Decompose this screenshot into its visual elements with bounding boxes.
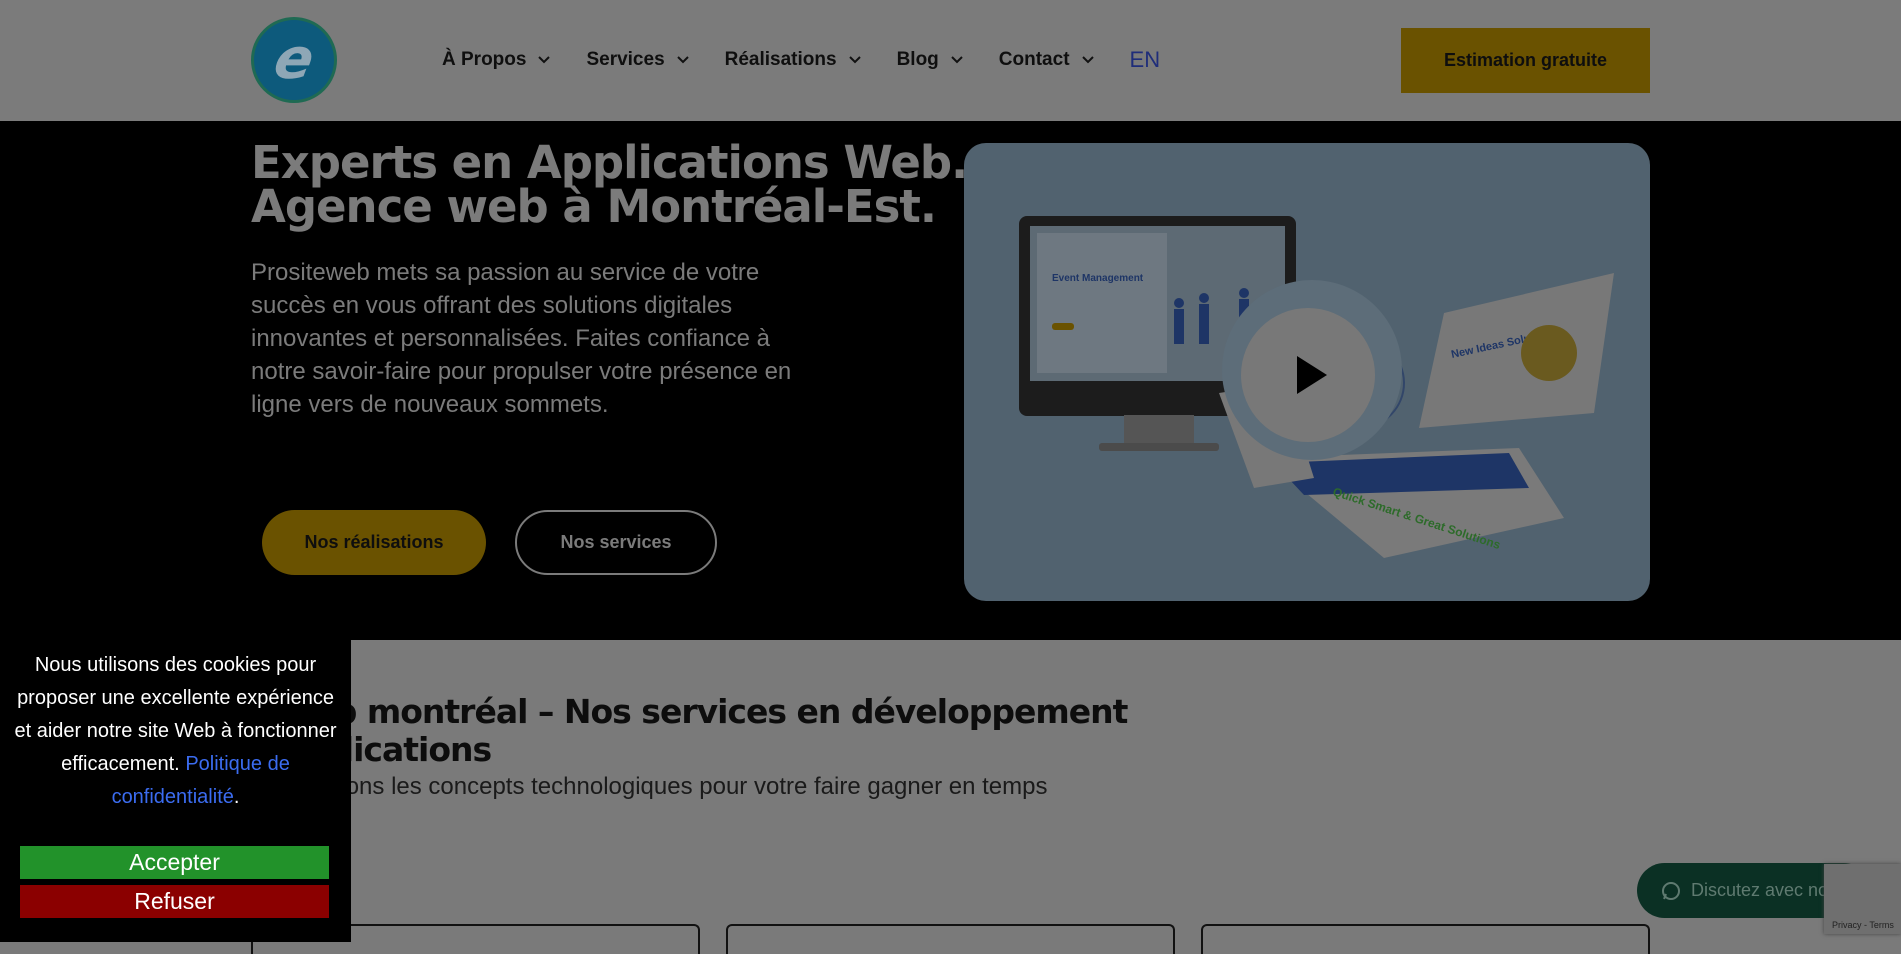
whatsapp-icon (1661, 881, 1680, 900)
hero-description: Prositeweb mets sa passion au service de… (251, 259, 792, 418)
accept-cookies-button[interactable]: Accepter (20, 846, 329, 879)
nav-item-label: Contact (998, 49, 1070, 70)
services-button[interactable]: Nos services (515, 510, 717, 575)
cookie-period: . (233, 786, 240, 808)
site-logo[interactable]: e (251, 17, 337, 103)
nav-item-blog[interactable]: Blog (897, 49, 965, 71)
main-nav: À Propos Services Réalisations Blog Cont… (442, 47, 1160, 73)
hero-title-line: Agence web à Montréal-Est. (251, 180, 937, 233)
cookie-message: Nous utilisons des cookies pour proposer… (10, 649, 341, 814)
chevron-down-icon (1081, 56, 1094, 64)
service-card[interactable] (1201, 924, 1650, 954)
recaptcha-text: Privacy - Terms (1832, 920, 1894, 930)
service-card[interactable] (726, 924, 1175, 954)
hero-video[interactable]: Event Management New Ideas Solutions Qui… (964, 143, 1650, 601)
nav-item-label: Blog (896, 49, 939, 70)
site-header: e À Propos Services Réalisations Blog Co… (0, 0, 1901, 121)
nav-item-label: À Propos (442, 49, 527, 70)
free-estimate-button[interactable]: Estimation gratuite (1401, 28, 1650, 93)
language-switch[interactable]: EN (1130, 47, 1161, 73)
play-button[interactable] (1241, 308, 1375, 442)
hero-title-line: Experts en Applications Web. (251, 136, 968, 189)
services-section-subtitle: complexions les concepts technologiques … (251, 773, 1048, 800)
nav-item-contact[interactable]: Contact (999, 49, 1096, 71)
nav-item-label: Réalisations (724, 49, 837, 70)
realisations-button[interactable]: Nos réalisations (262, 510, 486, 575)
chevron-down-icon (848, 56, 861, 64)
chevron-down-icon (676, 56, 689, 64)
services-section-title: e web montréal – Nos services en dévelop… (251, 693, 1151, 769)
chevron-down-icon (951, 56, 963, 64)
hero-title: Experts en Applications Web. Agence web … (251, 136, 968, 233)
chevron-down-icon (538, 56, 551, 64)
nav-item-services[interactable]: Services (586, 49, 690, 71)
nav-item-label: Services (586, 49, 665, 70)
services-title-line: t applications (251, 730, 492, 769)
nav-item-a-propos[interactable]: À Propos (442, 49, 552, 71)
play-icon (1297, 356, 1327, 394)
nav-item-realisations[interactable]: Réalisations (725, 49, 863, 71)
services-title-line: e web montréal – Nos services en dévelop… (251, 692, 1128, 731)
recaptcha-badge[interactable]: Privacy - Terms (1824, 864, 1901, 934)
screen-title: Event Management (1052, 273, 1144, 284)
refuse-cookies-button[interactable]: Refuser (20, 885, 329, 918)
logo-letter: e (269, 27, 319, 92)
